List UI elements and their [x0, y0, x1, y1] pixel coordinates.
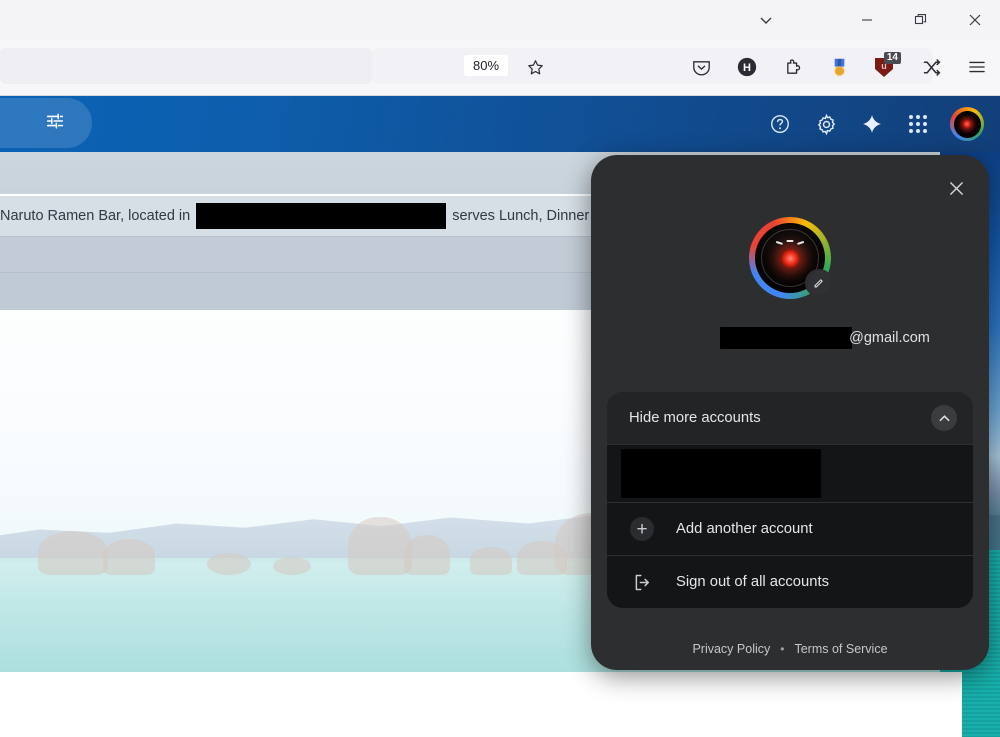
email-domain: @gmail.com — [849, 330, 930, 346]
google-account-popup: @gmail.com Hi, Hannah! Manage your Googl… — [591, 155, 989, 670]
popup-footer: Privacy Policy • Terms of Service — [591, 642, 989, 656]
footer-separator: • — [780, 642, 784, 656]
avatar[interactable] — [950, 107, 984, 141]
ublock-shield-glyph: u 14 — [873, 55, 897, 79]
terms-of-service-link[interactable]: Terms of Service — [794, 642, 887, 656]
sign-out-all-label: Sign out of all accounts — [676, 574, 829, 590]
plus-icon: + — [629, 517, 655, 541]
google-header-actions — [766, 96, 984, 152]
sign-out-all-row[interactable]: Sign out of all accounts — [607, 555, 973, 608]
extensions-puzzle-icon[interactable] — [778, 52, 808, 82]
bookmark-star-icon[interactable] — [520, 52, 550, 82]
chevron-up-icon[interactable] — [931, 405, 957, 431]
honey-extension-icon[interactable]: H — [732, 52, 762, 82]
page-footer-whitespace — [0, 672, 940, 737]
toolbar-extension-icons: H u 14 — [686, 48, 992, 86]
accounts-card: Hide more accounts + Add another account — [607, 392, 973, 608]
sign-out-icon — [629, 572, 655, 593]
popup-header — [591, 155, 989, 207]
shuffle-extension-icon[interactable] — [916, 52, 946, 82]
redacted-location — [196, 203, 446, 229]
page-footer-whitespace-right — [940, 672, 962, 737]
redacted-email-local-part — [720, 327, 852, 349]
ublock-blocked-count-badge: 14 — [884, 52, 901, 64]
add-another-account-label: Add another account — [676, 521, 813, 537]
zoom-level-indicator[interactable]: 80% — [464, 55, 508, 76]
redacted-secondary-account — [621, 449, 821, 498]
account-email: @gmail.com — [675, 327, 975, 349]
hide-more-accounts-row[interactable]: Hide more accounts — [607, 392, 973, 444]
restore-button[interactable] — [898, 0, 944, 40]
tab-list-chevron-icon[interactable] — [743, 0, 789, 40]
application-menu-icon[interactable] — [962, 52, 992, 82]
window-titlebar — [0, 0, 1000, 40]
google-app-header-bar — [0, 96, 1000, 152]
ublock-origin-icon[interactable]: u 14 — [870, 52, 900, 82]
browser-window: 80% H — [0, 0, 1000, 737]
hide-more-accounts-label: Hide more accounts — [629, 410, 761, 426]
privacy-policy-link[interactable]: Privacy Policy — [692, 642, 770, 656]
apps-grid-icon[interactable] — [904, 110, 932, 138]
add-another-account-row[interactable]: + Add another account — [607, 502, 973, 555]
tune-filter-button[interactable] — [0, 98, 92, 148]
secondary-account-row[interactable] — [607, 444, 973, 502]
close-icon[interactable] — [939, 171, 973, 205]
close-window-button[interactable] — [952, 0, 998, 40]
sparkle-icon[interactable] — [858, 110, 886, 138]
help-circle-icon[interactable] — [766, 110, 794, 138]
address-bar[interactable] — [0, 48, 372, 84]
description-prefix: Naruto Ramen Bar, located in — [0, 208, 190, 224]
profile-avatar-wrap[interactable] — [749, 217, 831, 299]
minimize-button[interactable] — [844, 0, 890, 40]
medal-extension-icon[interactable] — [824, 52, 854, 82]
pencil-edit-icon[interactable] — [805, 269, 833, 297]
gear-icon[interactable] — [812, 110, 840, 138]
tune-sliders-icon — [44, 110, 66, 137]
pocket-icon[interactable] — [686, 52, 716, 82]
svg-text:H: H — [743, 62, 751, 74]
